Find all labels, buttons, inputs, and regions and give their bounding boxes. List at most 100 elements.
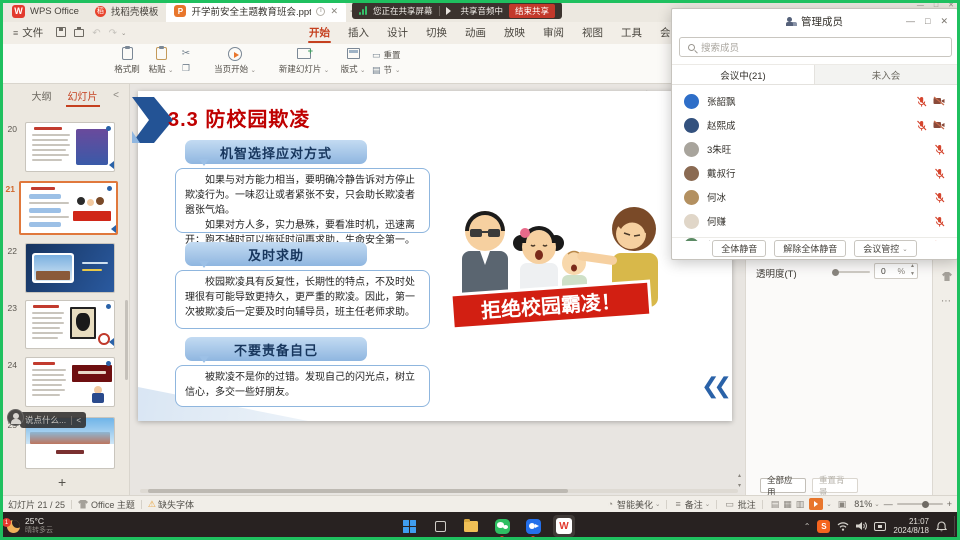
theme-label[interactable]: Office 主题 <box>91 498 135 511</box>
new-slide-button[interactable]: 新建幻灯片 ⌄ <box>274 47 334 75</box>
chat-collapse-icon[interactable]: < <box>76 416 81 425</box>
panel-maximize-icon[interactable]: □ <box>920 16 935 26</box>
missing-font-label[interactable]: 缺失字体 <box>158 498 194 511</box>
volume-icon[interactable] <box>856 521 867 531</box>
transparency-value-box[interactable]: 0 % ▲ ▼ <box>874 263 918 279</box>
member-row[interactable]: 张韶飘 <box>672 89 957 113</box>
undo-icon[interactable]: ↶ <box>88 28 104 39</box>
smart-beautify-button[interactable]: ◔智能美化⌄ <box>606 498 661 511</box>
wechat-button[interactable] <box>491 515 513 537</box>
reset-background-button[interactable]: 重置背景 <box>812 478 858 493</box>
tab-insert[interactable]: 插入 <box>339 22 378 44</box>
layout-button[interactable]: 版式 ⌄ <box>336 47 370 75</box>
member-row[interactable]: 何赚 <box>672 209 957 233</box>
wifi-icon[interactable] <box>837 521 849 531</box>
docer-template-tab[interactable]: 稻 找稻壳模板 <box>87 0 167 22</box>
format-painter-button[interactable]: 格式刷 <box>110 47 144 75</box>
tab-not-joined[interactable]: 未入会 <box>815 65 957 84</box>
member-search-input[interactable]: 搜索成员 <box>679 37 952 57</box>
comments-button[interactable]: ▭批注 <box>723 498 756 511</box>
fit-slide-icon[interactable]: ▣ <box>836 499 849 510</box>
tab-home[interactable]: 开始 <box>300 22 339 44</box>
member-row[interactable]: 何冰 <box>672 185 957 209</box>
panel-minimize-icon[interactable]: — <box>901 16 920 26</box>
start-button[interactable] <box>398 515 420 537</box>
thumbnail-scrollbar[interactable] <box>125 300 128 380</box>
cut-button[interactable]: ✂ <box>178 48 194 59</box>
hidden-icons-chevron[interactable]: ⌃ <box>804 522 811 531</box>
tab-review[interactable]: 审阅 <box>534 22 573 44</box>
sogou-input-icon[interactable]: S <box>817 520 830 533</box>
member-row[interactable]: 戴叔行 <box>672 161 957 185</box>
zoom-slider[interactable] <box>897 503 943 505</box>
copy-button[interactable]: ❐ <box>178 63 194 74</box>
camera-off-icon[interactable] <box>933 96 945 106</box>
slide-thumbnail-20[interactable] <box>25 122 115 172</box>
print-icon[interactable] <box>70 28 88 39</box>
slide-thumbnail-22[interactable] <box>25 243 115 293</box>
weather-widget[interactable]: 1 25°C 晴转多云 <box>0 517 53 534</box>
notification-bell-icon[interactable] <box>936 521 947 532</box>
zoom-out-icon[interactable]: — <box>884 499 893 509</box>
tab-view[interactable]: 视图 <box>573 22 612 44</box>
slide-sorter-icon[interactable]: ▦ <box>781 499 794 510</box>
paste-button[interactable]: 粘贴 ⌄ <box>146 47 176 75</box>
slide-thumbnail-23[interactable] <box>25 300 115 349</box>
quickbar-caret-icon[interactable]: ⌄ <box>121 29 126 37</box>
tab-tools[interactable]: 工具 <box>612 22 651 44</box>
play-options-caret-icon[interactable]: ⌄ <box>826 500 831 508</box>
members-panel-header[interactable]: 管理成员 — □ ✕ <box>672 9 957 33</box>
show-desktop-edge[interactable] <box>954 516 956 536</box>
clock-tray[interactable]: 21:07 2024/8/18 <box>893 517 929 535</box>
slide-thumbnail-21-selected[interactable] <box>19 181 118 235</box>
mic-off-icon[interactable] <box>934 192 945 203</box>
tab-close-icon[interactable]: ✕ <box>330 6 338 17</box>
tab-animation[interactable]: 动画 <box>456 22 495 44</box>
spinner-down-icon[interactable]: ▼ <box>910 271 915 277</box>
apply-all-button[interactable]: 全部应用 <box>760 478 806 493</box>
notes-button[interactable]: ≡备注⌄ <box>673 498 710 511</box>
document-tab[interactable]: P 开学前安全主题教育班会.pptx i ✕ <box>166 0 346 22</box>
doc-info-icon[interactable]: i <box>316 7 325 16</box>
meeting-app-button[interactable] <box>522 515 544 537</box>
play-from-current-button[interactable]: 当页开始 ⌄ <box>206 47 264 75</box>
screen-share-tray-icon[interactable] <box>874 522 886 531</box>
zoom-level[interactable]: 81% <box>854 499 872 509</box>
meeting-control-button[interactable]: 会议管控⌄ <box>854 240 916 257</box>
slides-tab[interactable]: 幻灯片 <box>64 88 102 103</box>
mic-off-icon[interactable] <box>916 120 927 131</box>
section-button[interactable]: ▤节⌄ <box>372 64 400 76</box>
more-tools-icon[interactable]: ⋯ <box>941 296 951 307</box>
normal-view-icon[interactable]: ▤ <box>769 499 782 510</box>
tab-design[interactable]: 设计 <box>378 22 417 44</box>
task-view-button[interactable] <box>429 515 451 537</box>
mic-off-icon[interactable] <box>916 96 927 107</box>
zoom-caret-icon[interactable]: ⌄ <box>874 500 879 508</box>
end-share-button[interactable]: 结束共享 <box>509 4 555 18</box>
member-row[interactable]: 3朱旺 <box>672 137 957 161</box>
member-row[interactable]: 赵熙成 <box>672 113 957 137</box>
mic-off-icon[interactable] <box>934 144 945 155</box>
theme-style-icon[interactable] <box>942 268 952 286</box>
pane-splitter-down-icon[interactable]: ▾ <box>738 482 741 489</box>
file-explorer-button[interactable] <box>460 515 482 537</box>
pane-splitter-up-icon[interactable]: ▴ <box>738 472 741 479</box>
slide-canvas[interactable]: 3.3 防校园欺凌 机智选择应对方式 如果与对方能力相当，要明确冷静告诉对方停止… <box>138 91 732 421</box>
spinner-up-icon[interactable]: ▲ <box>910 263 915 269</box>
app-menu-tab[interactable]: W WPS Office <box>4 0 87 22</box>
tab-transition[interactable]: 切换 <box>417 22 456 44</box>
mic-off-icon[interactable] <box>934 216 945 227</box>
collapse-panel-icon[interactable]: < <box>113 90 119 101</box>
tab-in-meeting[interactable]: 会议中(21) <box>672 65 815 84</box>
add-slide-button[interactable]: + <box>58 474 66 490</box>
canvas-hscrollbar[interactable] <box>140 489 738 493</box>
zoom-in-icon[interactable]: + <box>947 499 952 509</box>
slide-thumbnail-24[interactable] <box>25 357 115 407</box>
redo-icon[interactable]: ↷ <box>105 28 121 39</box>
reading-view-icon[interactable]: ▥ <box>794 499 807 510</box>
wps-office-button-active[interactable]: W <box>553 515 575 537</box>
reset-slide-button[interactable]: ▭重置 <box>372 49 401 61</box>
slideshow-play-button[interactable] <box>809 498 823 510</box>
transparency-slider[interactable] <box>834 271 870 273</box>
file-menu[interactable]: ≡文件 <box>4 22 52 44</box>
